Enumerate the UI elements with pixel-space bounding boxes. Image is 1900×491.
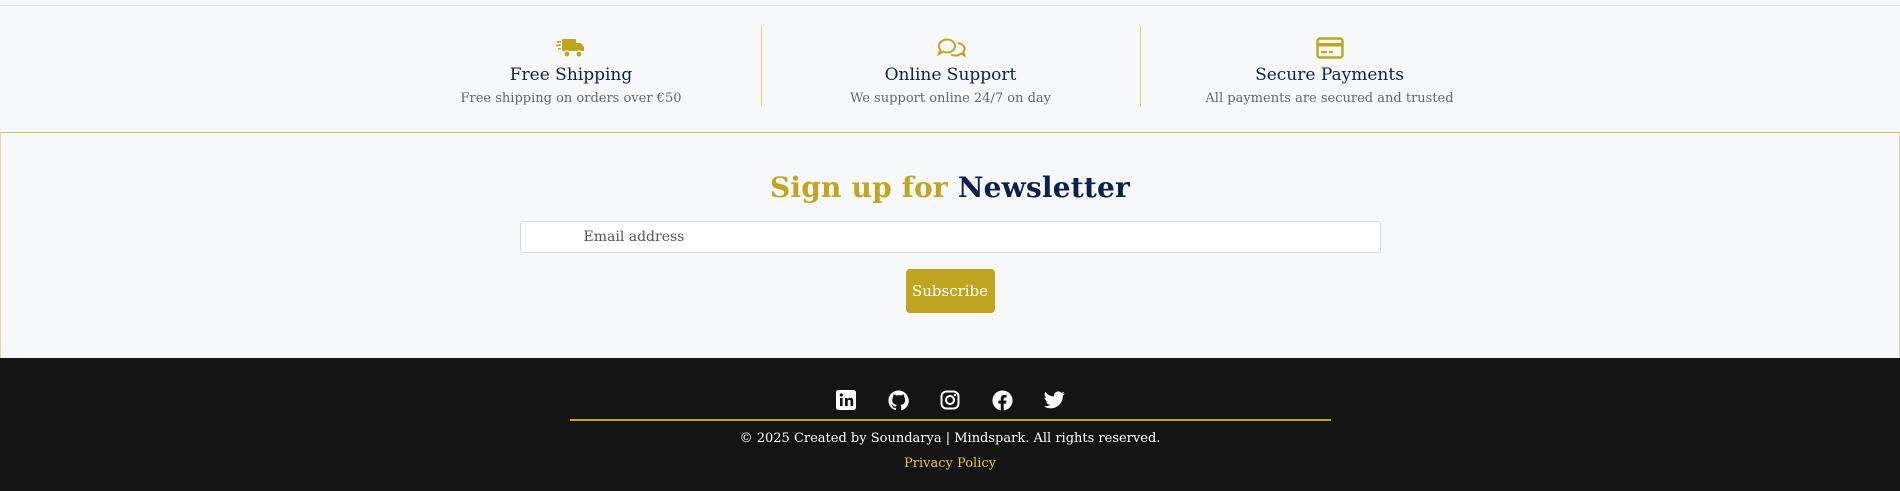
footer-divider [569,419,1331,421]
feature-online-support: Online Support We support online 24/7 on… [760,26,1140,106]
social-links [835,389,1065,411]
features-strip: Free Shipping Free shipping on orders ov… [0,6,1900,132]
feature-secure-payments: Secure Payments All payments are secured… [1139,26,1519,106]
feature-title: Secure Payments [1255,65,1404,85]
linkedin-icon[interactable] [835,389,857,411]
newsletter-section: Sign up for Newsletter Subscribe [0,132,1900,358]
twitter-icon[interactable] [1043,389,1065,411]
email-input[interactable] [519,221,1381,253]
feature-description: All payments are secured and trusted [1205,91,1454,106]
feature-description: We support online 24/7 on day [850,91,1051,106]
subscribe-button[interactable]: Subscribe [905,269,995,313]
copyright-text: © 2025 Created by Soundarya | Mindspark.… [739,431,1161,446]
facebook-icon[interactable] [991,389,1013,411]
newsletter-title: Sign up for Newsletter [770,171,1130,204]
privacy-policy-link[interactable]: Privacy Policy [904,456,996,471]
feature-title: Free Shipping [509,65,633,85]
truck-icon [556,34,586,61]
chat-bubbles-icon [936,34,966,61]
feature-free-shipping: Free Shipping Free shipping on orders ov… [382,26,761,106]
instagram-icon[interactable] [939,389,961,411]
credit-card-icon [1315,34,1345,61]
newsletter-title-part2: Newsletter [957,171,1131,204]
site-footer: © 2025 Created by Soundarya | Mindspark.… [0,358,1900,491]
feature-description: Free shipping on orders over €50 [460,91,682,106]
feature-title: Online Support [884,65,1017,85]
newsletter-title-part1: Sign up for [769,171,948,204]
github-icon[interactable] [887,389,909,411]
